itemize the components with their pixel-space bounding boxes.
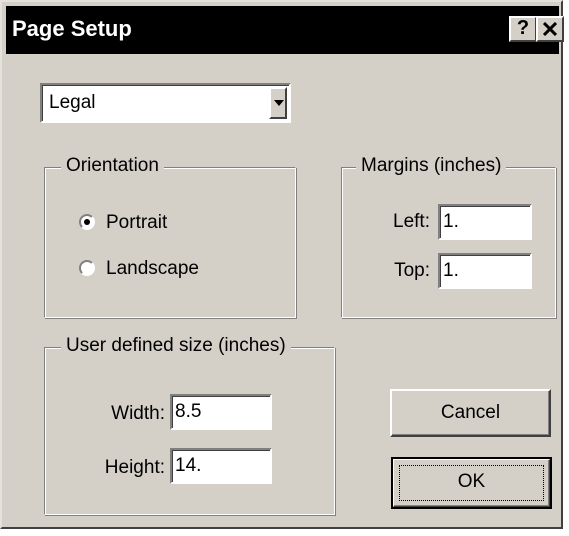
landscape-radio[interactable] — [79, 260, 95, 276]
left-margin-field[interactable]: 1. — [438, 204, 532, 240]
width-label: Width: — [111, 403, 165, 424]
margins-label: Margins (inches) — [356, 154, 507, 178]
height-value: 14. — [175, 455, 202, 476]
ok-button[interactable]: OK — [391, 457, 552, 509]
height-field[interactable]: 14. — [170, 448, 272, 484]
dialog-title: Page Setup — [12, 16, 132, 41]
orientation-group: Orientation Portrait Landscape — [44, 154, 296, 318]
close-icon — [543, 22, 557, 36]
margins-group: Margins (inches) Left: 1. Top: 1. — [341, 154, 556, 318]
cancel-button-label: Cancel — [440, 402, 501, 423]
orientation-label: Orientation — [61, 154, 164, 178]
title-bar: Page Setup ? — [6, 6, 564, 54]
left-margin-label: Left: — [393, 211, 430, 232]
chevron-down-icon[interactable] — [269, 87, 287, 119]
help-button[interactable]: ? — [509, 16, 537, 42]
width-value: 8.5 — [175, 401, 202, 422]
portrait-radio[interactable] — [79, 214, 95, 230]
landscape-label[interactable]: Landscape — [106, 257, 199, 281]
paper-size-value: Legal — [49, 92, 96, 113]
left-margin-value: 1. — [443, 211, 459, 232]
user-defined-size-label: User defined size (inches) — [61, 334, 291, 358]
top-margin-label: Top: — [394, 260, 430, 281]
close-button[interactable] — [536, 16, 564, 42]
portrait-label[interactable]: Portrait — [106, 211, 167, 235]
page-setup-dialog: Page Setup ? Legal Orientation Portrait … — [0, 0, 564, 529]
height-label: Height: — [104, 457, 165, 478]
user-defined-size-group: User defined size (inches) Width: 8.5 He… — [44, 334, 335, 515]
paper-size-dropdown[interactable]: Legal — [40, 83, 291, 123]
top-margin-field[interactable]: 1. — [438, 253, 532, 289]
width-field[interactable]: 8.5 — [170, 394, 272, 430]
help-icon: ? — [516, 17, 530, 39]
cancel-button[interactable]: Cancel — [390, 389, 551, 437]
ok-button-label: OK — [457, 471, 486, 492]
top-margin-value: 1. — [443, 260, 459, 281]
